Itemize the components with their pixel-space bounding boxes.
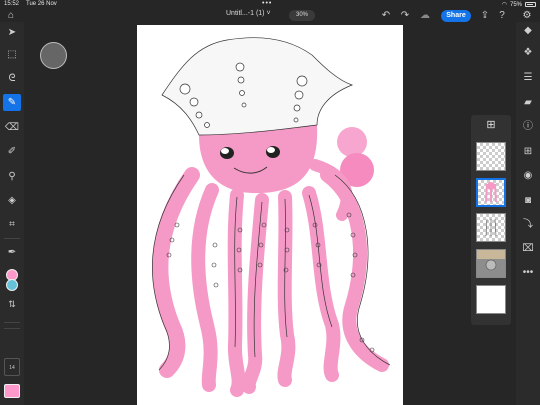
toolbar-divider xyxy=(4,322,20,323)
brush-preview xyxy=(40,42,67,69)
transform-tool[interactable]: ⬚ xyxy=(3,46,21,63)
status-date: Tue 26 Nov xyxy=(26,1,57,7)
swap-colors[interactable]: ⇅ xyxy=(3,296,21,313)
eraser-tool[interactable]: ⌫ xyxy=(3,119,21,136)
eyedropper-icon: ✒ xyxy=(7,247,17,258)
home-icon[interactable]: ⌂ xyxy=(4,9,18,23)
layer-preview-tentacles xyxy=(485,182,497,203)
eraser-icon: ⌫ xyxy=(4,122,20,133)
clone-stamp-icon: ⚲ xyxy=(8,171,16,182)
move-layer-icon[interactable]: ⤵ xyxy=(519,216,537,234)
clone-tool[interactable]: ⚲ xyxy=(3,168,21,185)
arrow-icon: ➤ xyxy=(7,27,17,38)
undo-icon[interactable]: ↶ xyxy=(379,9,393,23)
layer-thumbnail-selected[interactable] xyxy=(476,178,506,207)
jellyfish-dome xyxy=(161,37,354,136)
right-toolbar: ◆ ❖ ☰ ▰ ⓘ ⊞ ◉ ◙ ⤵ ⌧ ••• xyxy=(516,22,540,405)
transform-icon: ⬚ xyxy=(7,49,17,60)
comments-icon[interactable]: ▰ xyxy=(519,94,537,112)
tentacles xyxy=(152,159,389,397)
right-eye-shine xyxy=(267,147,275,153)
lasso-icon: ᘓ xyxy=(8,73,16,84)
layer-properties-icon[interactable]: ❖ xyxy=(519,44,537,62)
layer-thumbnail[interactable] xyxy=(476,142,506,171)
layer-thumbnail[interactable] xyxy=(476,213,506,242)
add-layer-icon[interactable]: ⊞ xyxy=(519,143,537,161)
swap-arrows-icon: ⇅ xyxy=(8,299,16,309)
wifi-icon: ◠ xyxy=(501,2,507,8)
document-title[interactable]: Untitl...-1 (1) ˅ xyxy=(226,10,271,17)
brush-size-control[interactable]: 14 xyxy=(4,358,20,376)
brush-tool[interactable]: ✎ xyxy=(3,94,21,111)
battery-percent: 75% xyxy=(509,1,522,8)
info-icon[interactable]: ⓘ xyxy=(519,118,537,136)
jellyfish-artwork xyxy=(151,37,391,397)
layer-preview-outline xyxy=(485,218,497,237)
jellyfish-head xyxy=(199,125,318,194)
layers-panel: ⊞ xyxy=(471,115,511,325)
select-tool[interactable]: ➤ xyxy=(3,24,21,41)
crop-tool[interactable]: ⌗ xyxy=(3,216,21,233)
clear-layer-icon[interactable]: ⌧ xyxy=(519,240,537,258)
current-color-chip[interactable] xyxy=(4,384,20,398)
share-button[interactable]: Share xyxy=(441,10,471,22)
brush-icon: ✎ xyxy=(7,97,17,108)
secondary-color-swatch[interactable] xyxy=(6,279,18,291)
paint-bucket-icon: ◈ xyxy=(8,195,16,206)
toolbar-divider xyxy=(4,328,20,329)
layer-preview-photo xyxy=(477,250,505,277)
left-eye-shine xyxy=(221,148,229,154)
layers-icon[interactable]: ◆ xyxy=(519,22,537,40)
crop-icon: ⌗ xyxy=(9,219,15,230)
smudge-tool[interactable]: ✐ xyxy=(3,143,21,160)
redo-icon[interactable]: ↷ xyxy=(398,9,412,23)
cloud-icon[interactable]: ☁ xyxy=(418,9,432,23)
pink-blob xyxy=(337,127,367,157)
drawing-canvas[interactable] xyxy=(137,25,403,405)
more-layer-options-icon[interactable]: ••• xyxy=(519,264,537,282)
status-time: 15:52 xyxy=(4,1,20,7)
zoom-level[interactable]: 30% xyxy=(289,10,315,21)
lasso-tool[interactable]: ᘓ xyxy=(3,70,21,87)
layer-thumbnail-background[interactable] xyxy=(476,285,506,314)
export-icon[interactable]: ⇪ xyxy=(478,9,492,23)
battery-icon xyxy=(525,2,536,7)
left-toolbar: ➤ ⬚ ᘓ ✎ ⌫ ✐ ⚲ ◈ ⌗ ✒ ⇅ 14 ••• xyxy=(0,22,24,405)
multitask-dots-icon[interactable]: ••• xyxy=(262,0,272,7)
toolbar-divider xyxy=(4,238,20,239)
status-right: ◠ 75% xyxy=(502,1,536,8)
eyedropper-tool[interactable]: ✒ xyxy=(3,244,21,261)
help-icon[interactable]: ? xyxy=(495,9,509,23)
add-layer-plus-icon[interactable]: ⊞ xyxy=(485,119,497,131)
settings-gear-icon[interactable]: ⚙ xyxy=(520,9,534,23)
fill-tool[interactable]: ◈ xyxy=(3,192,21,209)
top-bar: ⌂ Untitl...-1 (1) ˅ 30% ↶ ↷ ☁ Share ⇪ ? … xyxy=(0,8,540,24)
app-window: 15:52 Tue 26 Nov ••• ◠ 75% ⌂ Untitl...-1… xyxy=(0,0,540,405)
layer-thumbnail[interactable] xyxy=(476,249,506,278)
smudge-icon: ✐ xyxy=(7,146,17,157)
adjustments-icon[interactable]: ☰ xyxy=(519,69,537,87)
visibility-eye-icon[interactable]: ◉ xyxy=(519,167,537,185)
mask-icon[interactable]: ◙ xyxy=(519,192,537,210)
